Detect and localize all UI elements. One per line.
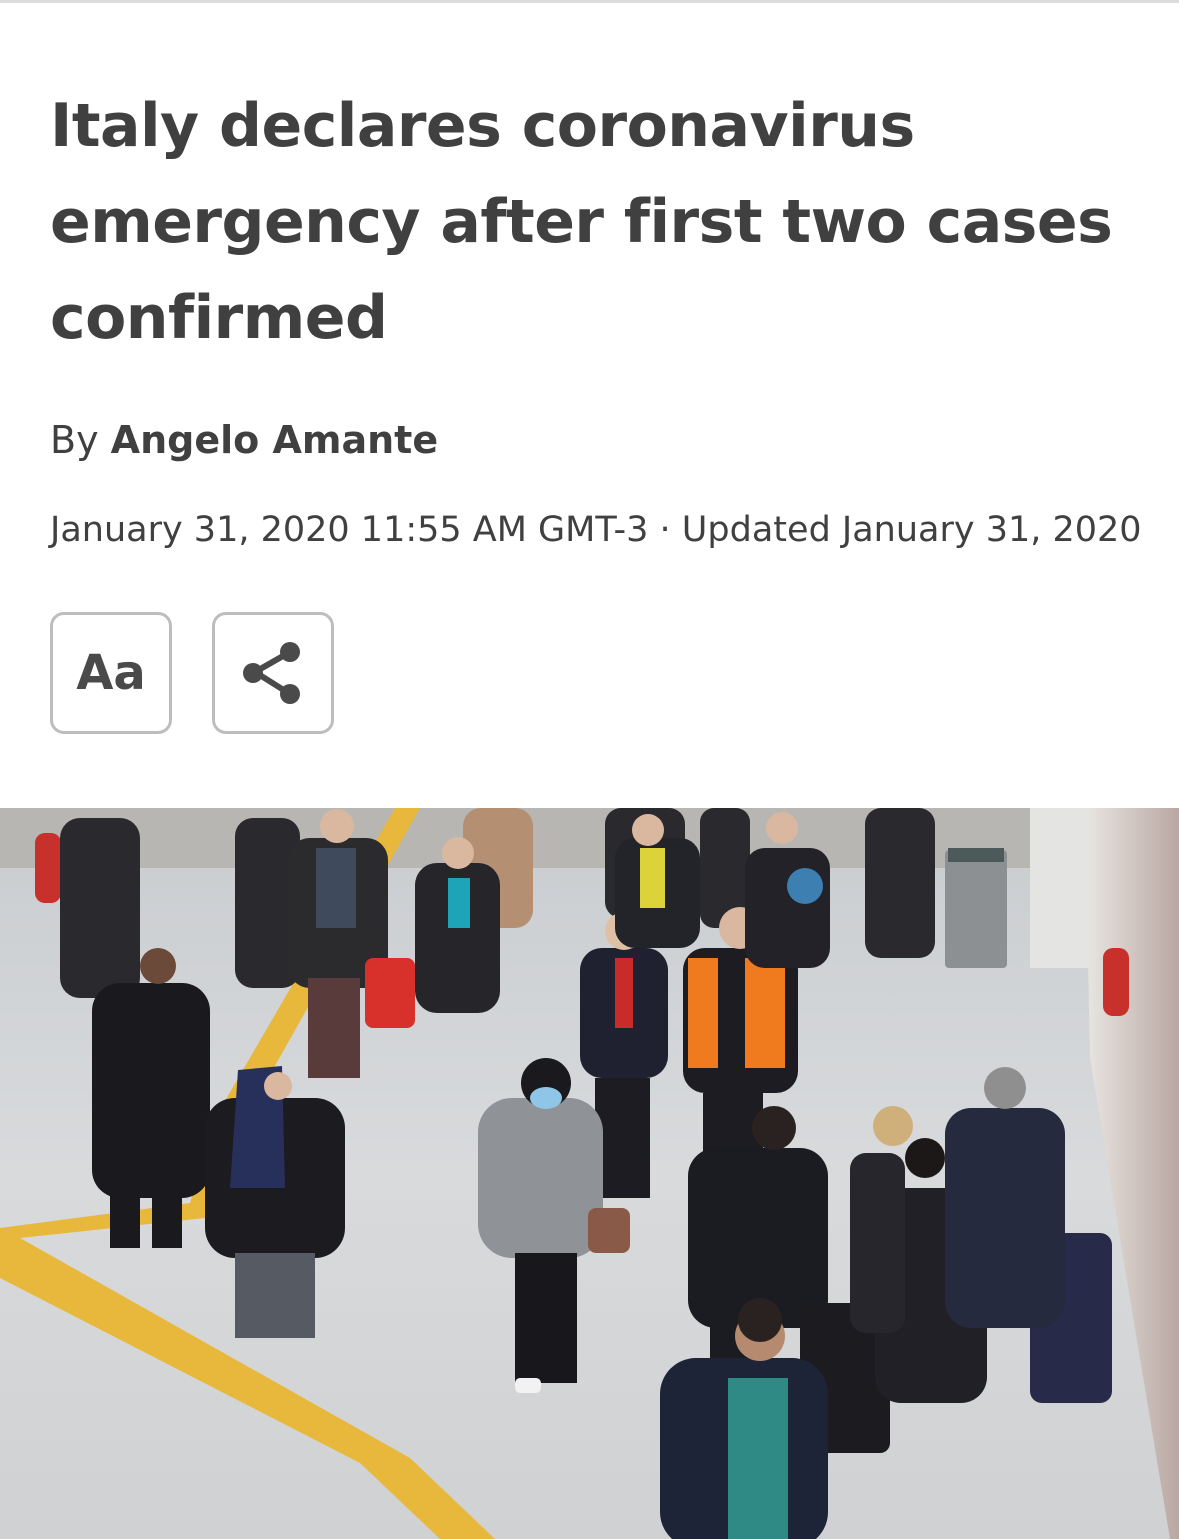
article-header: Italy declares coronavirus emergency aft… bbox=[50, 78, 1130, 366]
share-button[interactable] bbox=[212, 612, 334, 734]
text-size-icon: Aa bbox=[76, 645, 146, 701]
byline: By Angelo Amante bbox=[50, 418, 438, 462]
photo-airport-travelers bbox=[0, 808, 1179, 1539]
top-divider bbox=[0, 0, 1179, 3]
text-size-button[interactable]: Aa bbox=[50, 612, 172, 734]
dateline: January 31, 2020 11:55 AM GMT-3 · Update… bbox=[50, 510, 1142, 550]
article-photo[interactable] bbox=[0, 808, 1179, 1539]
headline: Italy declares coronavirus emergency aft… bbox=[50, 91, 1113, 353]
author-link[interactable]: Angelo Amante bbox=[111, 418, 438, 462]
byline-prefix: By bbox=[50, 418, 99, 462]
share-icon bbox=[243, 642, 300, 704]
